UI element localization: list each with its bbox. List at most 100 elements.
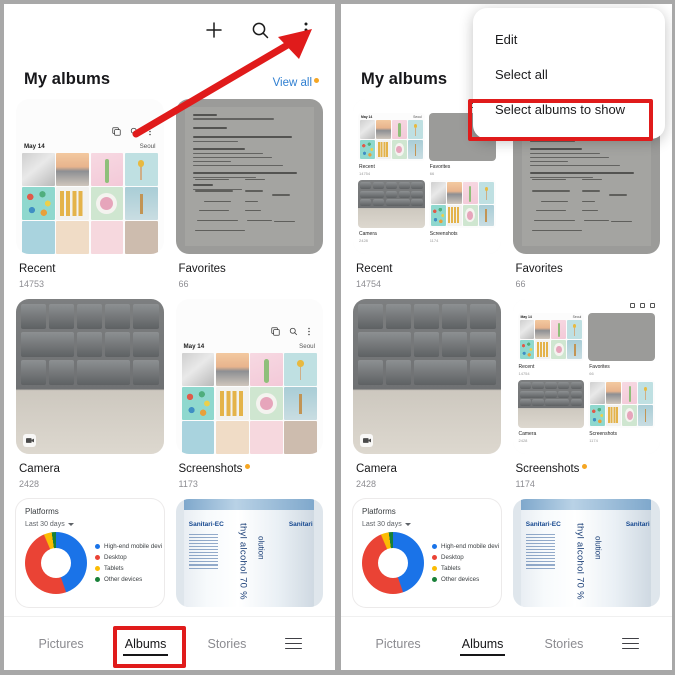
chart-title: Platforms [362,507,396,516]
plus-icon[interactable] [201,17,227,43]
album-title: Camera [19,463,164,475]
album-card-favorites[interactable]: Favorites 66 [175,99,323,289]
chevron-down-icon [404,523,411,526]
thumb-date: May 14 [24,143,45,150]
legend-label: Tablets [104,565,124,572]
legend-swatch [432,555,437,560]
legend-label: Tablets [441,565,461,572]
platforms-chart-card[interactable]: Platforms Last 30 days High-end mobile d… [353,499,501,607]
chart-body: High-end mobile devi Desktop Tablets Oth… [362,532,499,594]
platforms-chart-card[interactable]: Platforms Last 30 days High-end mobile d… [16,499,164,607]
chart-legend: High-end mobile devi Desktop Tablets Oth… [95,543,162,583]
legend-swatch [432,544,437,549]
tab-stories[interactable]: Stories [206,634,249,654]
album-title-text: Favorites [515,263,563,275]
album-card-camera[interactable]: Camera 2428 [16,299,164,489]
more-vertical-icon[interactable] [293,17,319,43]
view-all-label: View all [272,77,312,89]
legend-item: Other devices [95,576,162,583]
nested-screenshot-art: May 14 Seoul Recent 14754 Favorites 66 C… [512,299,660,454]
legend-swatch [95,566,100,571]
album-item-count: 14754 [356,279,382,289]
album-thumbnail: May 14 Seoul Recent 14754 Favorites 66 C… [512,299,660,454]
keyboard-photo-art [353,299,501,454]
album-title-text: Camera [19,463,60,475]
album-title-text: Favorites [178,263,226,275]
right-screenshot-panel: My albums May 14 Seoul Recent 14754 Favo… [341,4,672,670]
keyboard-photo-art [16,299,164,454]
tab-stories[interactable]: Stories [543,634,586,654]
chart-title: Platforms [25,507,59,516]
hamburger-icon[interactable] [622,637,640,650]
bottle-cap [521,499,652,510]
album-item-count: 2428 [356,479,377,489]
legend-item: Desktop [432,554,499,561]
album-title: Recent [356,263,501,275]
legend-item: Tablets [432,565,499,572]
album-title: Screenshots [179,463,324,475]
tab-albums[interactable]: Albums [122,634,169,656]
album-title: Recent [19,263,164,275]
album-thumbnail [353,299,501,454]
legend-label: Other devices [441,576,480,583]
chart-range-label: Last 30 days [25,521,65,528]
gallery-thumb-grid [181,353,317,454]
album-card-screenshots[interactable]: May 14 Seoul Recent 14754 Favorites 66 C… [512,299,660,489]
sanitizer-photo-card[interactable]: Sanitari-EC Sanitari thyl alcohol 70 % o… [512,499,660,607]
new-badge-dot [582,464,588,469]
sanitizer-photo-card[interactable]: Sanitari-EC Sanitari thyl alcohol 70 % o… [175,499,323,607]
comparison-stage: My albums View all May 14 Seoul Recent 1… [0,0,675,675]
legend-swatch [95,555,100,560]
album-title-text: Recent [356,263,393,275]
album-card-recent[interactable]: May 14 Seoul Recent 14753 [16,99,164,289]
page-title: My albums [361,70,448,88]
new-badge-dot [245,464,251,469]
mini-album-count: 66 [429,171,435,176]
album-card-screenshots[interactable]: May 14 Seoul Screenshots 1173 [175,299,324,489]
mini-album-title: Favorites [589,364,610,370]
legend-swatch [95,544,100,549]
legend-label: High-end mobile devi [441,543,500,550]
bottle-brand-right-label: Sanitari [625,520,650,528]
thumb-location: Seoul [413,115,422,119]
album-item-count: 14753 [19,279,45,289]
video-badge-icon [23,434,36,447]
chart-range-selector[interactable]: Last 30 days [362,521,492,528]
overflow-menu: Edit Select all Select albums to show [473,8,665,139]
mini-album-title: Screenshots [589,431,618,437]
tab-pictures[interactable]: Pictures [37,634,86,654]
bottle-fineprint [188,533,219,571]
video-badge-icon [360,434,373,447]
search-icon[interactable] [247,17,273,43]
legend-swatch [95,577,100,582]
menu-item-edit[interactable]: Edit [473,22,665,57]
app-bar [4,4,335,56]
legend-label: Desktop [441,554,464,561]
mini-album-title: Camera [518,431,537,437]
partial-cards-row: Platforms Last 30 days High-end mobile d… [4,489,335,607]
album-grid: May 14 Seoul Recent 14753 Favorites 66 C… [4,99,335,489]
title-row: My albums View all [4,56,335,99]
bottle-cap [184,499,315,510]
mini-album-count: 14754 [518,371,530,376]
album-grid: May 14 Seoul Recent 14754 Favorites 66 C… [341,99,672,489]
menu-item-select-albums-to-show[interactable]: Select albums to show [473,92,665,127]
album-item-count: 1174 [515,479,535,489]
bottom-navigation-bar: Pictures Albums Stories [341,616,672,670]
hamburger-icon[interactable] [285,637,303,650]
mini-album-title: Favorites [429,164,451,170]
tab-albums[interactable]: Albums [459,634,506,656]
legend-label: Desktop [104,554,127,561]
album-thumbnail [175,99,323,254]
gallery-thumb-icons [22,105,158,143]
mini-album-title: Screenshots [429,231,458,237]
view-all-link[interactable]: View all [273,77,319,89]
album-card-camera[interactable]: Camera 2428 [353,299,501,489]
chart-range-selector[interactable]: Last 30 days [25,521,155,528]
thumb-date: May 14 [520,315,532,319]
menu-item-select-all[interactable]: Select all [473,57,665,92]
tab-pictures[interactable]: Pictures [374,634,423,654]
bottle-brand-right-label: Sanitari [288,520,313,528]
gallery-thumb-icons [182,305,318,343]
bottle-brand-label: Sanitari-EC [188,520,224,528]
